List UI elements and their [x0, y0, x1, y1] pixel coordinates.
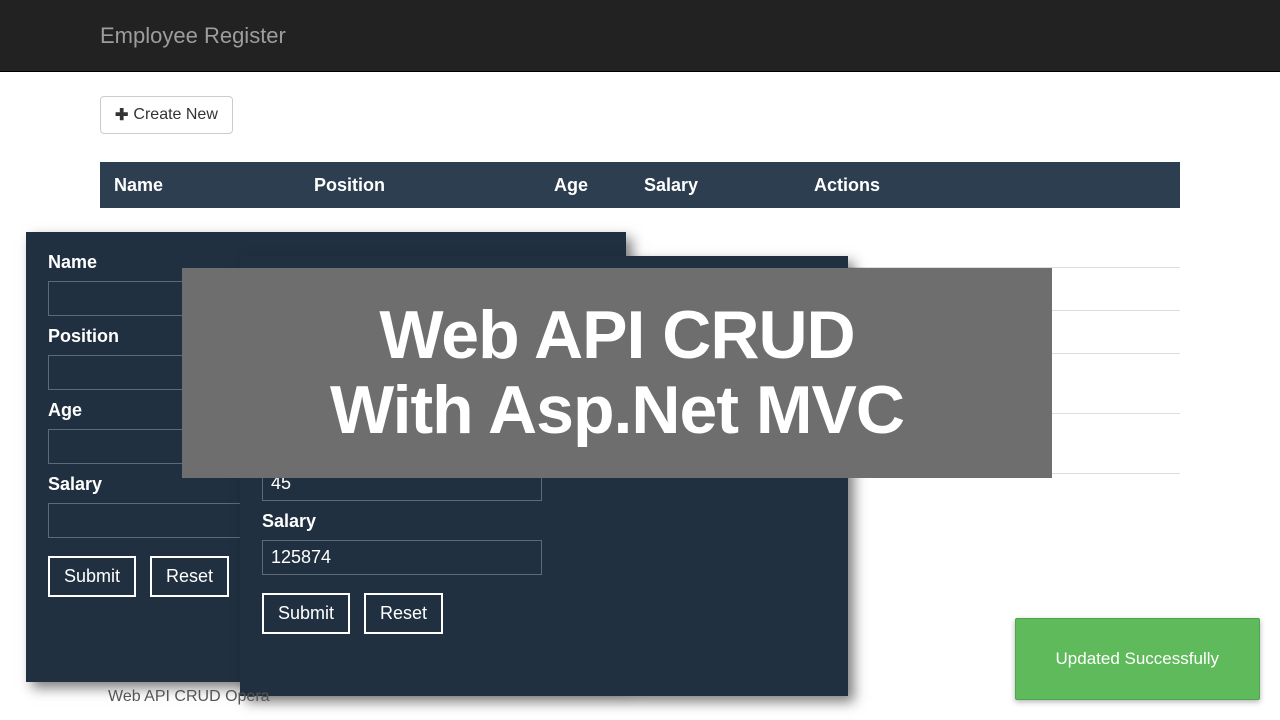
overlay-line1: Web API CRUD — [379, 298, 854, 373]
submit-button[interactable]: Submit — [262, 593, 350, 634]
th-position: Position — [300, 163, 540, 209]
reset-button[interactable]: Reset — [150, 556, 229, 597]
overlay-title-banner: Web API CRUD With Asp.Net MVC — [182, 268, 1052, 478]
create-new-button[interactable]: ✚ Create New — [100, 96, 233, 134]
topbar: Employee Register — [0, 0, 1280, 72]
footer-caption: Web API CRUD Opera — [108, 688, 270, 706]
salary-field[interactable] — [262, 540, 542, 575]
overlay-line2: With Asp.Net MVC — [330, 373, 904, 448]
create-new-label: Create New — [133, 106, 217, 124]
table-header-row: Name Position Age Salary Actions — [100, 163, 1180, 209]
salary-label: Salary — [262, 511, 826, 532]
toast-message: Updated Successfully — [1056, 649, 1219, 668]
submit-button[interactable]: Submit — [48, 556, 136, 597]
th-salary: Salary — [630, 163, 800, 209]
success-toast: Updated Successfully — [1015, 618, 1260, 700]
th-name: Name — [100, 163, 300, 209]
app-title: Employee Register — [100, 23, 286, 49]
plus-icon: ✚ — [115, 105, 128, 125]
th-age: Age — [540, 163, 630, 209]
reset-button[interactable]: Reset — [364, 593, 443, 634]
th-actions: Actions — [800, 163, 1180, 209]
